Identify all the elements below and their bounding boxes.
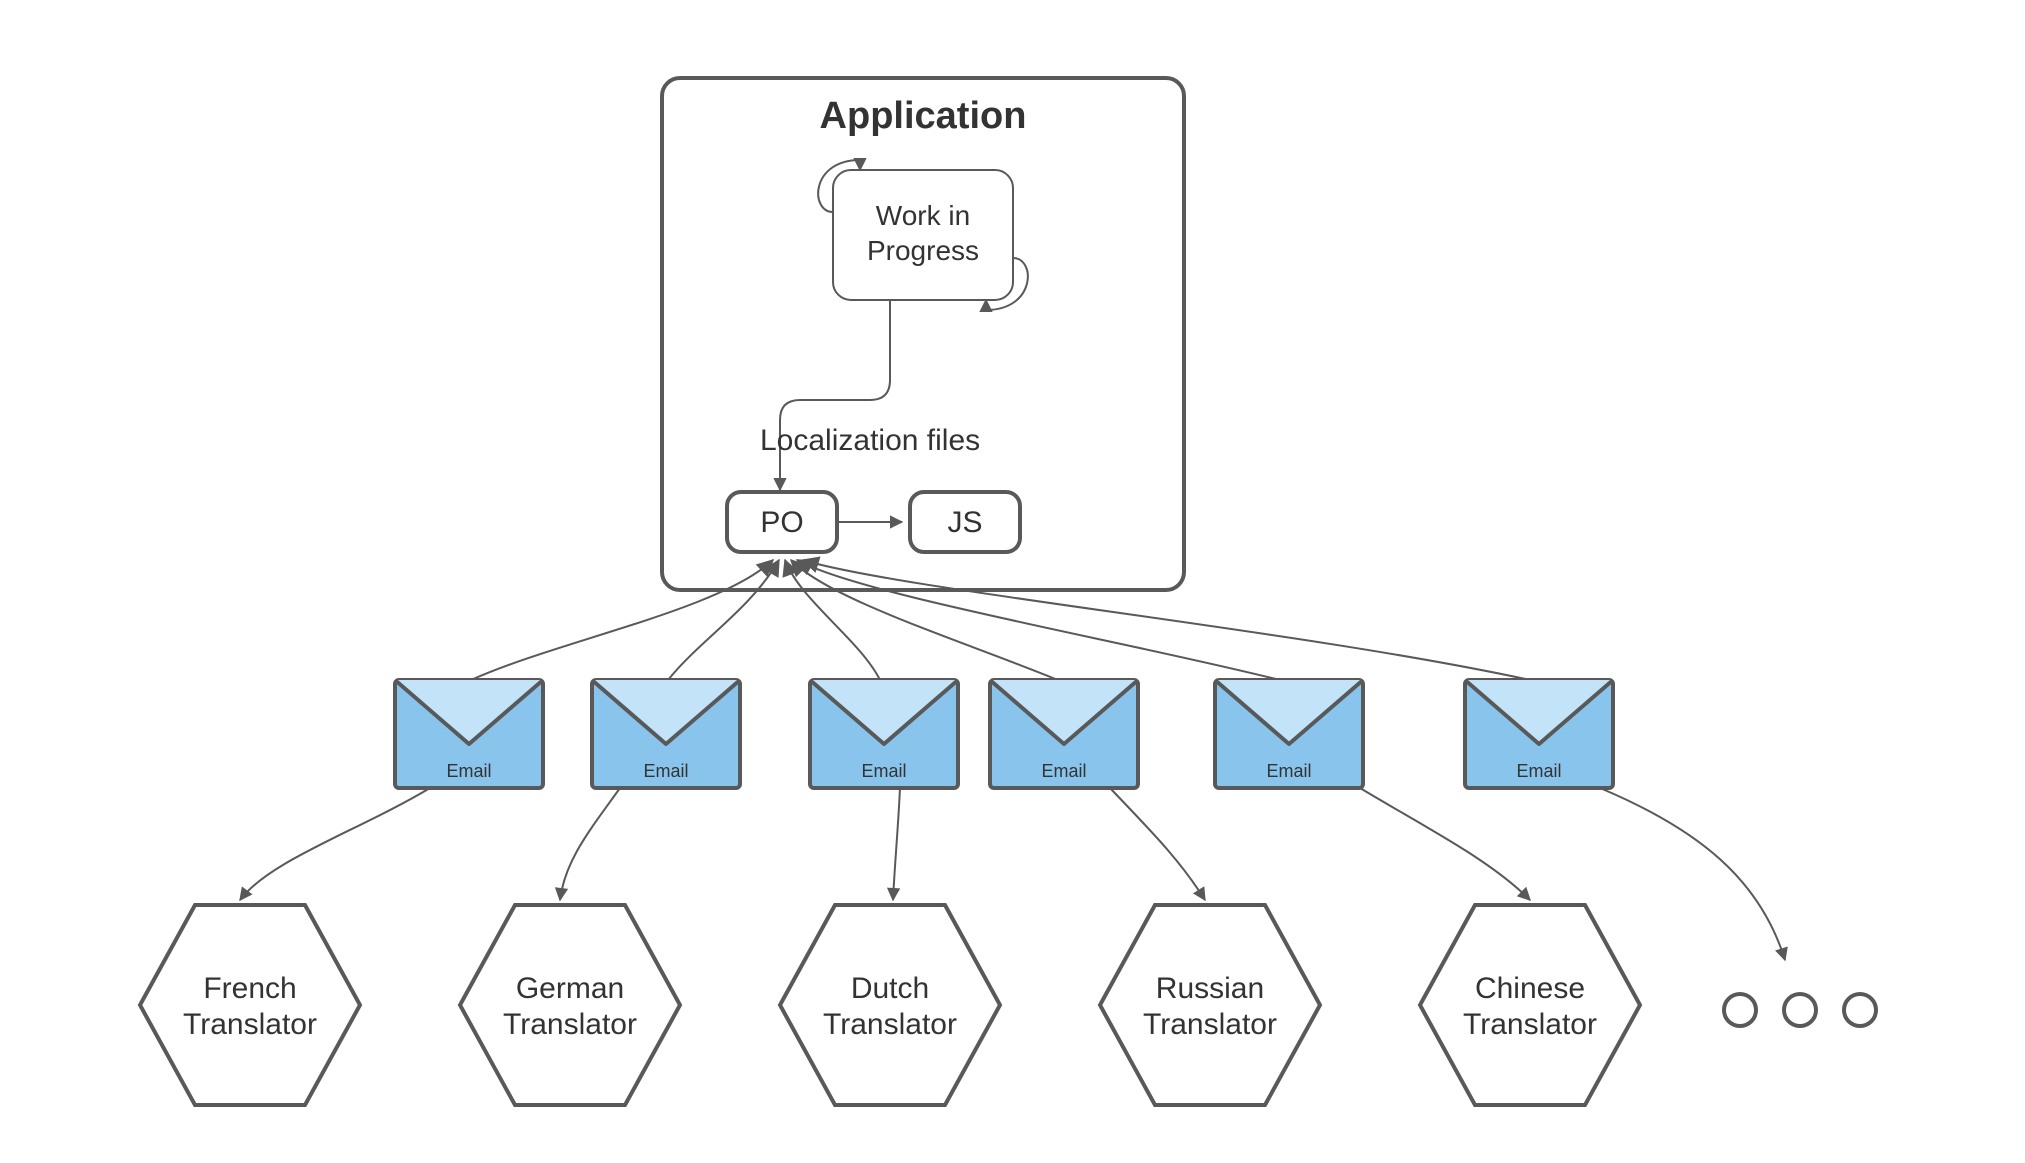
translator-hexagon: Chinese Translator bbox=[1420, 905, 1640, 1105]
wip-self-arrow-left bbox=[818, 160, 860, 212]
diagram-canvas: Application Work in Progress Localizatio… bbox=[0, 0, 2025, 1163]
localization-files-label: Localization files bbox=[760, 424, 980, 457]
translator-line2: Translator bbox=[1143, 1008, 1277, 1041]
email-icon: Email bbox=[395, 680, 543, 788]
translator-line1: Chinese bbox=[1475, 972, 1585, 1005]
email-icon: Email bbox=[592, 680, 740, 788]
email-icon: Email bbox=[1465, 680, 1613, 788]
ellipsis-icon bbox=[1724, 994, 1876, 1026]
po-label: PO bbox=[760, 506, 803, 539]
wip-self-arrow-right bbox=[986, 258, 1028, 310]
js-label: JS bbox=[947, 506, 982, 539]
arrows-emails-to-po bbox=[471, 560, 1530, 680]
email-label: Email bbox=[1041, 761, 1086, 781]
translator-hexagon: French Translator bbox=[140, 905, 360, 1105]
email-label: Email bbox=[861, 761, 906, 781]
email-label: Email bbox=[1516, 761, 1561, 781]
translator-line2: Translator bbox=[823, 1008, 957, 1041]
email-icon: Email bbox=[1215, 680, 1363, 788]
translator-hexagon: German Translator bbox=[460, 905, 680, 1105]
translator-line1: German bbox=[516, 972, 624, 1005]
email-label: Email bbox=[643, 761, 688, 781]
translator-line1: French bbox=[203, 972, 296, 1005]
arrow-wip-to-po bbox=[780, 300, 890, 490]
application-box bbox=[662, 78, 1184, 590]
wip-line2: Progress bbox=[867, 235, 979, 266]
translator-line2: Translator bbox=[183, 1008, 317, 1041]
translator-row: French Translator German Translator Dutc… bbox=[140, 905, 1640, 1105]
translator-line1: Dutch bbox=[851, 972, 929, 1005]
email-row: Email Email Email Email Email Email bbox=[395, 680, 1613, 788]
arrows-emails-to-translators bbox=[240, 788, 1785, 960]
email-label: Email bbox=[446, 761, 491, 781]
application-title: Application bbox=[820, 95, 1027, 137]
translator-line2: Translator bbox=[503, 1008, 637, 1041]
translator-hexagon: Dutch Translator bbox=[780, 905, 1000, 1105]
translator-hexagon: Russian Translator bbox=[1100, 905, 1320, 1105]
email-icon: Email bbox=[990, 680, 1138, 788]
translator-line1: Russian bbox=[1156, 972, 1264, 1005]
wip-line1: Work in bbox=[876, 200, 970, 231]
email-icon: Email bbox=[810, 680, 958, 788]
email-label: Email bbox=[1266, 761, 1311, 781]
translator-line2: Translator bbox=[1463, 1008, 1597, 1041]
